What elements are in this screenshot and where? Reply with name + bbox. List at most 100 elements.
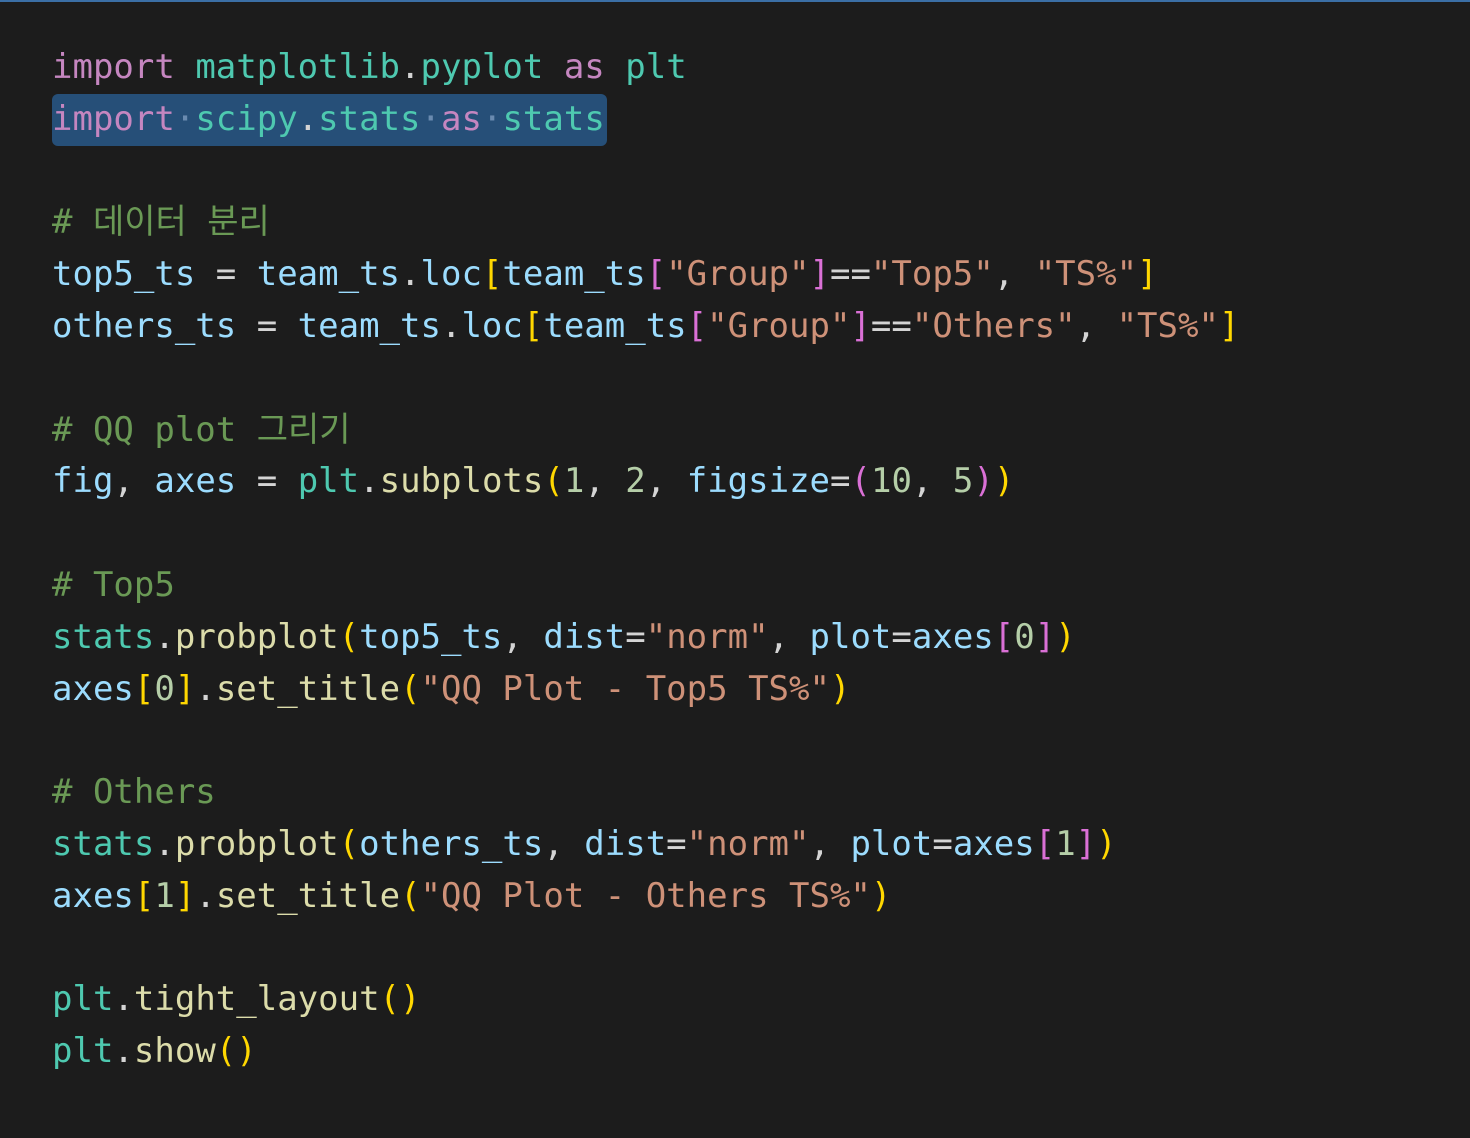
code-token: , [502, 616, 544, 657]
code-token: . [400, 47, 421, 87]
code-token: team_ts [297, 305, 441, 346]
code-token: ) [400, 979, 421, 1020]
code-token: . [154, 616, 175, 657]
code-line[interactable]: others_ts = team_ts.loc[team_ts["Group"]… [52, 301, 1239, 353]
code-line[interactable]: fig, axes = plt.subplots(1, 2, figsize=(… [52, 456, 1239, 508]
code-token: ) [1055, 616, 1076, 657]
code-token: team_ts [256, 254, 401, 295]
code-token: "Group" [707, 305, 851, 346]
code-token: 1 [1055, 823, 1076, 864]
code-line[interactable]: top5_ts = team_ts.loc[team_ts["Group"]==… [52, 249, 1239, 301]
code-line[interactable]: plt.tight_layout() [52, 974, 1239, 1026]
code-line[interactable]: # Others [52, 767, 1239, 819]
code-editor[interactable]: import matplotlib.pyplot as plt import·sc… [0, 0, 1470, 1138]
code-token: # Top5 [52, 564, 175, 605]
code-token: == [870, 305, 912, 346]
code-token: tight_layout [133, 979, 380, 1020]
code-token: team_ts [502, 254, 646, 295]
code-token: loc [420, 254, 482, 295]
selection-highlight: import·scipy.stats·as·stats [52, 93, 607, 146]
code-token: , [584, 461, 626, 502]
code-token: = [932, 823, 953, 864]
code-token: as [563, 47, 605, 87]
code-token: # Others [52, 772, 216, 813]
code-token: # QQ plot 그리기 [52, 409, 351, 450]
code-token: . [195, 668, 216, 709]
code-token: others_ts [359, 823, 544, 864]
code-line[interactable]: plt.show() [52, 1026, 1239, 1078]
code-token: show [133, 1031, 216, 1072]
code-token: . [154, 823, 175, 864]
code-token: dist [584, 823, 667, 864]
code-line[interactable]: # 데이터 분리 [52, 197, 1239, 249]
code-line[interactable] [52, 353, 1239, 405]
code-token: "QQ Plot - Others TS%" [420, 875, 871, 916]
code-token: "Top5" [870, 254, 994, 295]
code-token: plt [625, 47, 687, 87]
code-token: import [52, 47, 175, 87]
code-token: plot [850, 823, 933, 864]
code-line[interactable]: axes[1].set_title("QQ Plot - Others TS%"… [52, 871, 1239, 923]
code-token: axes [154, 461, 237, 502]
code-line[interactable]: # Top5 [52, 560, 1239, 612]
code-token: , [1075, 305, 1117, 346]
code-token: [ [522, 305, 544, 346]
code-token: ( [400, 668, 421, 709]
code-token: 2 [625, 461, 646, 502]
code-area[interactable]: import matplotlib.pyplot as plt import·sc… [52, 42, 1239, 1078]
code-token: ( [850, 461, 871, 502]
code-token: axes [52, 875, 134, 916]
code-token: import [52, 98, 175, 139]
code-token: . [440, 305, 462, 346]
code-token: [ [133, 668, 155, 709]
code-token: ] [1034, 616, 1056, 657]
code-token: 1 [154, 875, 175, 916]
code-line[interactable] [52, 923, 1239, 975]
code-token: ( [543, 461, 564, 502]
code-token: , [543, 823, 585, 864]
code-token: 5 [952, 461, 974, 502]
code-line[interactable]: import matplotlib.pyplot as plt [52, 42, 1239, 94]
code-token: ) [236, 1031, 257, 1072]
code-token: , [911, 461, 953, 502]
code-token: "TS%" [1034, 254, 1138, 295]
code-token: = [195, 254, 257, 295]
code-token: . [359, 461, 380, 502]
code-token: , [113, 461, 155, 502]
code-token: == [829, 254, 871, 295]
code-token: axes [952, 823, 1035, 864]
code-token: team_ts [543, 305, 687, 346]
code-token: ( [338, 823, 360, 864]
code-token: dist [543, 616, 626, 657]
code-token: ) [973, 461, 994, 502]
code-token: axes [911, 616, 994, 657]
code-token: , [809, 823, 851, 864]
code-token: [ [686, 305, 708, 346]
code-line[interactable]: stats.probplot(others_ts, dist="norm", p… [52, 819, 1239, 871]
code-token: set_title [215, 875, 401, 916]
code-line[interactable] [52, 508, 1239, 560]
code-token: . [400, 254, 421, 295]
code-token: "TS%" [1116, 305, 1219, 346]
code-line[interactable]: # QQ plot 그리기 [52, 405, 1239, 457]
code-line[interactable]: stats.probplot(top5_ts, dist="norm", plo… [52, 612, 1239, 664]
code-token: stats [52, 616, 155, 657]
code-token: matplotlib [195, 47, 401, 87]
code-token: probplot [174, 616, 339, 657]
code-token: = [625, 616, 646, 657]
code-line[interactable] [52, 146, 1239, 198]
code-token: · [174, 98, 196, 139]
code-token: as [441, 98, 482, 139]
code-token: top5_ts [359, 616, 503, 657]
code-token: ( [379, 979, 401, 1020]
code-line[interactable]: axes[0].set_title("QQ Plot - Top5 TS%") [52, 664, 1239, 716]
code-token: plt [52, 979, 114, 1020]
code-token: plt [52, 1031, 114, 1072]
code-token: ( [215, 1031, 237, 1072]
code-token: set_title [215, 668, 401, 709]
code-line[interactable] [52, 715, 1239, 767]
code-token: "Others" [911, 305, 1076, 346]
code-line[interactable]: import·scipy.stats·as·stats [52, 93, 1239, 146]
code-token: "norm" [645, 616, 769, 657]
